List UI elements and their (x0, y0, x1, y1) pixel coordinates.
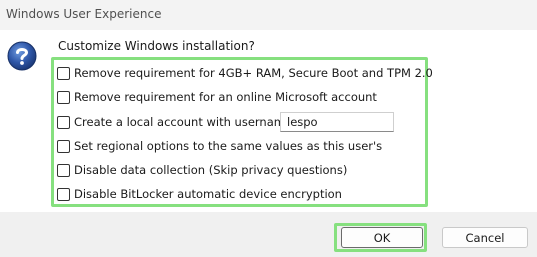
window-title: Windows User Experience (6, 7, 162, 21)
cancel-button[interactable]: Cancel (442, 227, 528, 248)
checkbox[interactable] (57, 90, 70, 104)
question-icon (7, 41, 37, 71)
checkbox[interactable] (57, 66, 70, 80)
checkbox[interactable] (57, 115, 70, 129)
checkbox[interactable] (57, 187, 70, 201)
option-label: Disable data collection (Skip privacy qu… (74, 163, 348, 177)
option-disable-bitlocker[interactable]: Disable BitLocker automatic device encry… (57, 185, 342, 203)
option-label: Disable BitLocker automatic device encry… (74, 187, 342, 201)
dialog-prompt: Customize Windows installation? (58, 39, 255, 53)
title-bar: Windows User Experience (0, 0, 537, 30)
option-regional-settings[interactable]: Set regional options to the same values … (57, 137, 382, 155)
username-input[interactable] (280, 112, 394, 132)
checkbox[interactable] (57, 139, 70, 153)
option-label: Remove requirement for 4GB+ RAM, Secure … (74, 66, 433, 80)
option-label: Remove requirement for an online Microso… (74, 90, 377, 104)
option-label: Create a local account with username: (74, 115, 296, 129)
ok-button[interactable]: OK (341, 227, 423, 248)
option-remove-online-account[interactable]: Remove requirement for an online Microso… (57, 88, 377, 106)
option-label: Set regional options to the same values … (74, 139, 383, 153)
option-create-local-account[interactable]: Create a local account with username: (57, 113, 296, 131)
option-remove-hw-requirements[interactable]: Remove requirement for 4GB+ RAM, Secure … (57, 64, 433, 82)
checkbox[interactable] (57, 163, 70, 177)
option-disable-data-collection[interactable]: Disable data collection (Skip privacy qu… (57, 161, 347, 179)
